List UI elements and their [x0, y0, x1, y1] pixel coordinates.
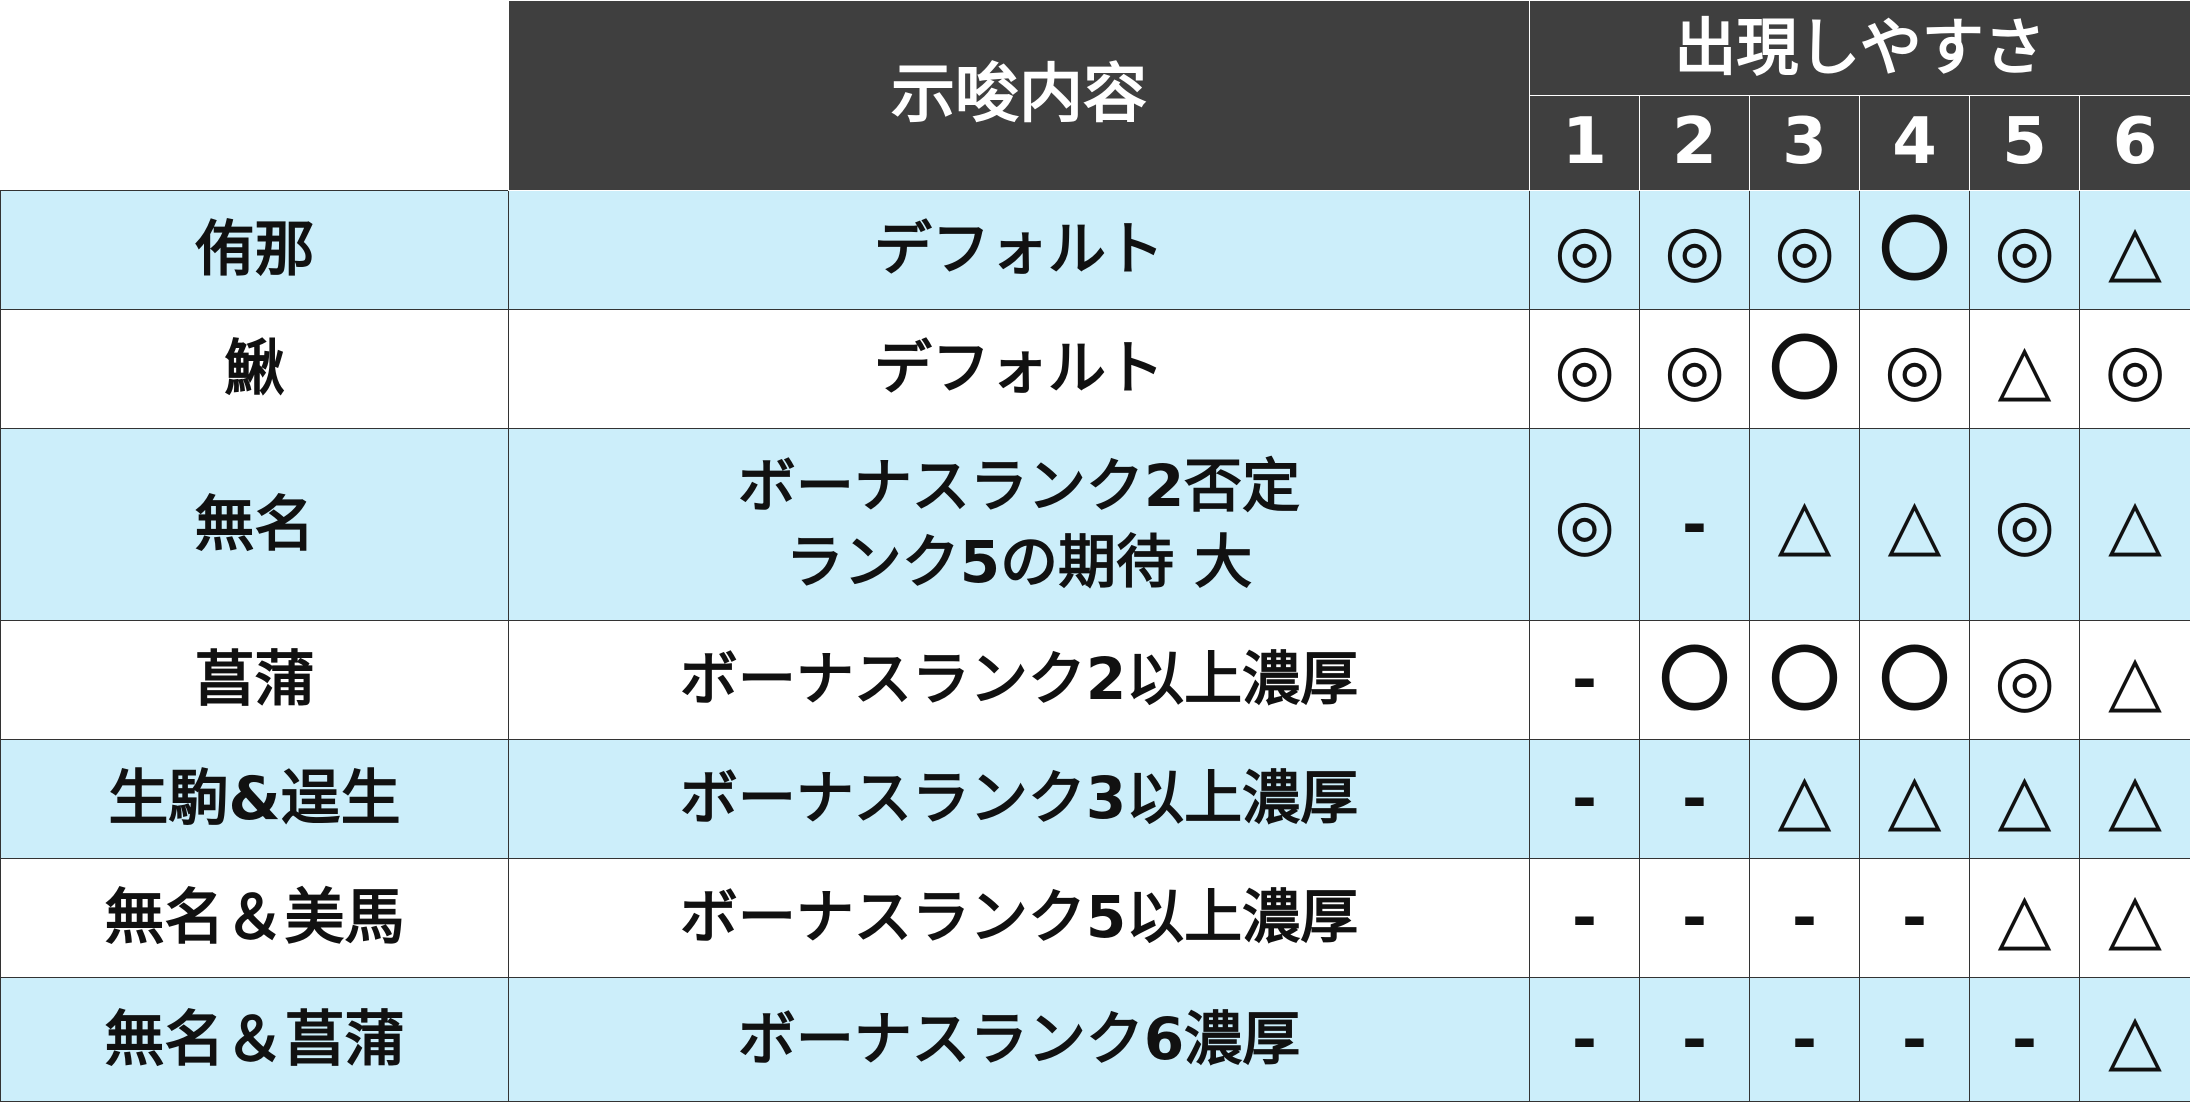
row-description: ボーナスランク2否定 ランク5の期待 大: [509, 429, 1530, 621]
setting-header-6: 6: [2080, 96, 2190, 191]
description-line: デフォルト: [509, 212, 1529, 287]
mark-cell: 〇: [1860, 191, 1970, 310]
description-line: ランク5の期待 大: [509, 525, 1529, 600]
mark-cell: △: [1970, 740, 2080, 859]
mark-cell: △: [2080, 621, 2190, 740]
description-line: ボーナスランク5以上濃厚: [509, 880, 1529, 955]
mark-cell: -: [1530, 978, 1640, 1102]
row-name: 無名＆美馬: [1, 859, 509, 978]
mark-cell: ◎: [1750, 191, 1860, 310]
mark-cell: ◎: [1640, 191, 1750, 310]
table-row: 鰍 デフォルト ◎ ◎ 〇 ◎ △ ◎: [1, 310, 2190, 429]
mark-cell: ◎: [1970, 621, 2080, 740]
probability-table: 示唆内容 出現しやすさ 1 2 3 4 5 6 侑那 デフォルト ◎ ◎ ◎ 〇…: [0, 0, 2190, 1102]
row-name: 無名: [1, 429, 509, 621]
row-description: ボーナスランク6濃厚: [509, 978, 1530, 1102]
setting-header-4: 4: [1860, 96, 1970, 191]
description-line: デフォルト: [509, 331, 1529, 406]
mark-cell: -: [1750, 978, 1860, 1102]
setting-header-3: 3: [1750, 96, 1860, 191]
content-header: 示唆内容: [509, 1, 1530, 191]
description-line: ボーナスランク2以上濃厚: [509, 642, 1529, 717]
mark-cell: △: [1750, 429, 1860, 621]
mark-cell: 〇: [1750, 621, 1860, 740]
mark-cell: △: [2080, 429, 2190, 621]
description-line: ボーナスランク3以上濃厚: [509, 761, 1529, 836]
table-row: 侑那 デフォルト ◎ ◎ ◎ 〇 ◎ △: [1, 191, 2190, 310]
description-line: ボーナスランク2否定: [509, 449, 1529, 524]
table-row: 無名 ボーナスランク2否定 ランク5の期待 大 ◎ - △ △ ◎ △: [1, 429, 2190, 621]
row-description: ボーナスランク5以上濃厚: [509, 859, 1530, 978]
mark-cell: △: [1860, 429, 1970, 621]
mark-cell: ◎: [1970, 191, 2080, 310]
mark-cell: 〇: [1750, 310, 1860, 429]
table-row: 生駒&逞生 ボーナスランク3以上濃厚 - - △ △ △ △: [1, 740, 2190, 859]
mark-cell: -: [1750, 859, 1860, 978]
row-description: デフォルト: [509, 191, 1530, 310]
mark-cell: △: [2080, 859, 2190, 978]
mark-cell: -: [1860, 859, 1970, 978]
row-name: 菖蒲: [1, 621, 509, 740]
row-name: 侑那: [1, 191, 509, 310]
appearance-header: 出現しやすさ: [1530, 1, 2190, 96]
row-name: 無名＆菖蒲: [1, 978, 509, 1102]
mark-cell: △: [2080, 191, 2190, 310]
row-name: 生駒&逞生: [1, 740, 509, 859]
mark-cell: -: [1970, 978, 2080, 1102]
table-row: 無名＆美馬 ボーナスランク5以上濃厚 - - - - △ △: [1, 859, 2190, 978]
mark-cell: △: [2080, 740, 2190, 859]
mark-cell: △: [1860, 740, 1970, 859]
row-description: デフォルト: [509, 310, 1530, 429]
row-name: 鰍: [1, 310, 509, 429]
mark-cell: -: [1530, 740, 1640, 859]
mark-cell: 〇: [1640, 621, 1750, 740]
mark-cell: ◎: [1530, 191, 1640, 310]
row-description: ボーナスランク3以上濃厚: [509, 740, 1530, 859]
mark-cell: △: [1970, 859, 2080, 978]
mark-cell: ◎: [1970, 429, 2080, 621]
table-row: 菖蒲 ボーナスランク2以上濃厚 - 〇 〇 〇 ◎ △: [1, 621, 2190, 740]
row-description: ボーナスランク2以上濃厚: [509, 621, 1530, 740]
mark-cell: -: [1530, 621, 1640, 740]
mark-cell: ◎: [2080, 310, 2190, 429]
mark-cell: ◎: [1860, 310, 1970, 429]
description-line: ボーナスランク6濃厚: [509, 1002, 1529, 1077]
mark-cell: -: [1640, 429, 1750, 621]
mark-cell: -: [1640, 859, 1750, 978]
mark-cell: -: [1640, 740, 1750, 859]
setting-header-1: 1: [1530, 96, 1640, 191]
mark-cell: -: [1860, 978, 1970, 1102]
mark-cell: -: [1530, 859, 1640, 978]
setting-header-5: 5: [1970, 96, 2080, 191]
mark-cell: ◎: [1530, 429, 1640, 621]
table-row: 無名＆菖蒲 ボーナスランク6濃厚 - - - - - △: [1, 978, 2190, 1102]
mark-cell: ◎: [1640, 310, 1750, 429]
mark-cell: ◎: [1530, 310, 1640, 429]
mark-cell: △: [1750, 740, 1860, 859]
mark-cell: -: [1640, 978, 1750, 1102]
setting-header-2: 2: [1640, 96, 1750, 191]
mark-cell: 〇: [1860, 621, 1970, 740]
corner-blank: [1, 1, 509, 191]
mark-cell: △: [2080, 978, 2190, 1102]
mark-cell: △: [1970, 310, 2080, 429]
